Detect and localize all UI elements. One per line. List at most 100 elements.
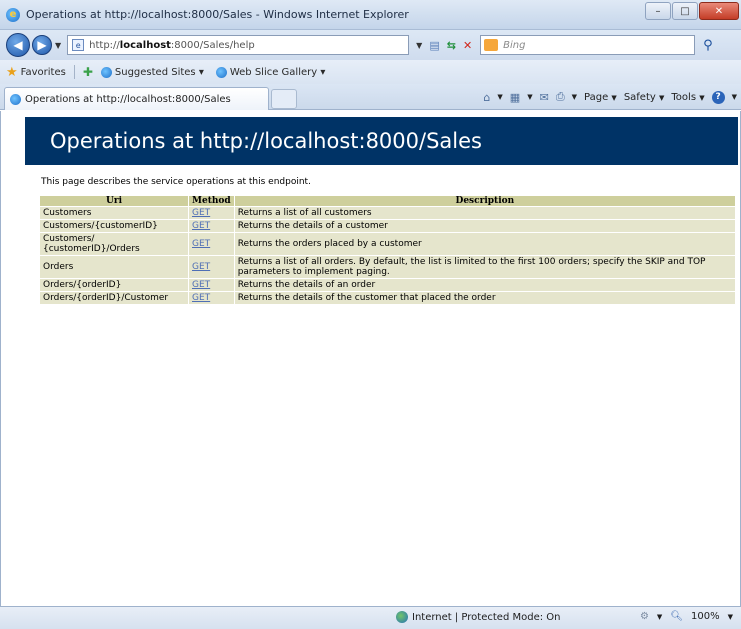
home-dropdown-icon[interactable]: ▼ — [497, 93, 502, 101]
tab-label: Operations at http://localhost:8000/Sale… — [25, 93, 231, 105]
get-link[interactable]: GET — [192, 239, 210, 249]
table-header-row: Uri Method Description — [39, 195, 737, 207]
get-link[interactable]: GET — [192, 262, 210, 272]
method-cell: GET — [188, 232, 235, 256]
method-cell: GET — [188, 255, 235, 279]
page-heading: Operations at http://localhost:8000/Sale… — [25, 117, 738, 165]
uri-cell: Customers/ {customerID}/Orders — [39, 232, 189, 256]
search-placeholder: Bing — [503, 39, 526, 51]
refresh-icon[interactable]: ⇆ — [447, 39, 456, 52]
compatibility-view-icon[interactable]: ▤ — [429, 39, 439, 52]
home-icon[interactable]: ⌂ — [483, 91, 490, 104]
help-icon[interactable]: ? — [711, 90, 725, 104]
uri-cell: Orders — [39, 255, 189, 279]
get-link[interactable]: GET — [192, 208, 210, 218]
safety-menu[interactable]: Safety ▼ — [624, 92, 665, 103]
zoom-dropdown-icon[interactable]: ▼ — [728, 613, 733, 621]
url-rest: :8000/Sales/help — [170, 39, 255, 51]
description-cell: Returns the details of a customer — [233, 219, 737, 233]
address-tools: ▼ ▤ ⇆ ✕ — [413, 39, 472, 52]
table-row: Customers GET Returns a list of all cust… — [39, 206, 737, 220]
print-dropdown-icon[interactable]: ▼ — [572, 93, 577, 101]
operations-table: Uri Method Description Customers GET Ret… — [39, 195, 737, 305]
favorites-bar: ★ Favorites ✚ Suggested Sites ▾ Web Slic… — [0, 60, 741, 84]
security-zone-label: Internet | Protected Mode: On — [412, 611, 561, 623]
window-controls: – □ ✕ — [645, 2, 739, 20]
close-button[interactable]: ✕ — [699, 2, 739, 20]
ie-icon — [215, 66, 227, 78]
web-slice-gallery-label: Web Slice Gallery ▾ — [229, 66, 326, 78]
bing-icon — [484, 39, 499, 51]
navigation-bar: ◀ ▶ ▼ e http://localhost:8000/Sales/help… — [0, 30, 741, 60]
feeds-dropdown-icon[interactable]: ▼ — [527, 93, 532, 101]
method-cell: GET — [188, 206, 235, 220]
globe-icon — [396, 611, 408, 623]
search-input[interactable]: Bing — [480, 35, 696, 55]
suggested-sites-link[interactable]: Suggested Sites ▾ — [100, 66, 204, 78]
column-header-method: Method — [188, 195, 235, 207]
description-cell: Returns a list of all customers — [233, 206, 737, 220]
get-link[interactable]: GET — [192, 221, 210, 231]
uri-cell: Customers/{customerID} — [39, 219, 189, 233]
safety-menu-label: Safety — [623, 91, 656, 103]
method-cell: GET — [188, 278, 235, 292]
search-icon[interactable]: ⚲ — [703, 38, 713, 53]
table-row: Customers/ {customerID}/Orders GET Retur… — [39, 232, 737, 256]
forward-button[interactable]: ▶ — [32, 35, 52, 55]
divider — [73, 65, 75, 79]
command-bar: ⌂ ▼ ▦ ▼ ✉ ⎙ ▼ Page ▼ Safety ▼ Tools ▼ ? ▼ — [483, 90, 737, 104]
print-icon[interactable]: ⎙ — [556, 90, 565, 104]
url-prefix: http:// — [89, 39, 120, 51]
help-dropdown-icon[interactable]: ▼ — [732, 93, 737, 101]
ie-logo-icon: e — [6, 7, 20, 22]
address-input[interactable]: e http://localhost:8000/Sales/help — [67, 35, 410, 55]
status-right: ⚙ ▼ 🔍︎ 100% ▼ — [640, 611, 733, 622]
status-bar: Internet | Protected Mode: On ⚙ ▼ 🔍︎ 100%… — [0, 606, 741, 629]
tools-menu-label: Tools — [671, 91, 697, 103]
page-menu-label: Page — [584, 91, 609, 103]
description-cell: Returns a list of all orders. By default… — [233, 255, 737, 279]
maximize-button[interactable]: □ — [672, 2, 698, 20]
page-icon: e — [72, 39, 85, 51]
tab-bar: Operations at http://localhost:8000/Sale… — [0, 84, 741, 110]
favorites-star-icon[interactable]: ★ — [6, 65, 18, 80]
mail-icon[interactable]: ✉ — [540, 91, 549, 104]
uri-cell: Customers — [39, 206, 189, 220]
protected-mode-dropdown-icon[interactable]: ▼ — [657, 613, 662, 621]
ie-icon — [10, 93, 21, 105]
favorites-button[interactable]: Favorites — [21, 67, 66, 78]
description-cell: Returns the orders placed by a customer — [233, 232, 737, 256]
security-zone[interactable]: Internet | Protected Mode: On — [396, 611, 560, 623]
get-link[interactable]: GET — [192, 293, 210, 303]
page-content: Operations at http://localhost:8000/Sale… — [0, 111, 741, 606]
new-tab-button[interactable] — [271, 89, 297, 109]
method-cell: GET — [188, 291, 235, 305]
tools-menu[interactable]: Tools ▼ — [671, 92, 704, 103]
protected-mode-icon[interactable]: ⚙ — [640, 611, 649, 622]
zoom-icon[interactable]: 🔍︎ — [670, 611, 683, 622]
table-row: Orders GET Returns a list of all orders.… — [39, 255, 737, 279]
stop-icon[interactable]: ✕ — [463, 39, 472, 52]
page-menu[interactable]: Page ▼ — [584, 92, 617, 103]
recent-pages-dropdown[interactable]: ▼ — [55, 41, 61, 50]
table-row: Orders/{orderID}/Customer GET Returns th… — [39, 291, 737, 305]
get-link[interactable]: GET — [192, 280, 210, 290]
method-cell: GET — [188, 219, 235, 233]
page-intro: This page describes the service operatio… — [41, 177, 311, 187]
window-title: Operations at http://localhost:8000/Sale… — [26, 8, 409, 21]
tab-operations[interactable]: Operations at http://localhost:8000/Sale… — [4, 87, 269, 110]
address-dropdown-icon[interactable]: ▼ — [416, 41, 422, 50]
add-to-favorites-icon[interactable]: ✚ — [83, 65, 93, 79]
url-host: localhost — [119, 39, 171, 51]
minimize-button[interactable]: – — [645, 2, 671, 20]
back-button[interactable]: ◀ — [6, 33, 30, 57]
uri-cell: Orders/{orderID} — [39, 278, 189, 292]
table-row: Customers/{customerID} GET Returns the d… — [39, 219, 737, 233]
ie-icon — [100, 66, 112, 78]
zoom-level[interactable]: 100% — [691, 611, 720, 622]
feeds-icon[interactable]: ▦ — [510, 91, 520, 104]
column-header-description: Description — [233, 195, 737, 207]
title-bar: e Operations at http://localhost:8000/Sa… — [0, 0, 741, 30]
web-slice-gallery-link[interactable]: Web Slice Gallery ▾ — [215, 66, 326, 78]
description-cell: Returns the details of the customer that… — [233, 291, 737, 305]
